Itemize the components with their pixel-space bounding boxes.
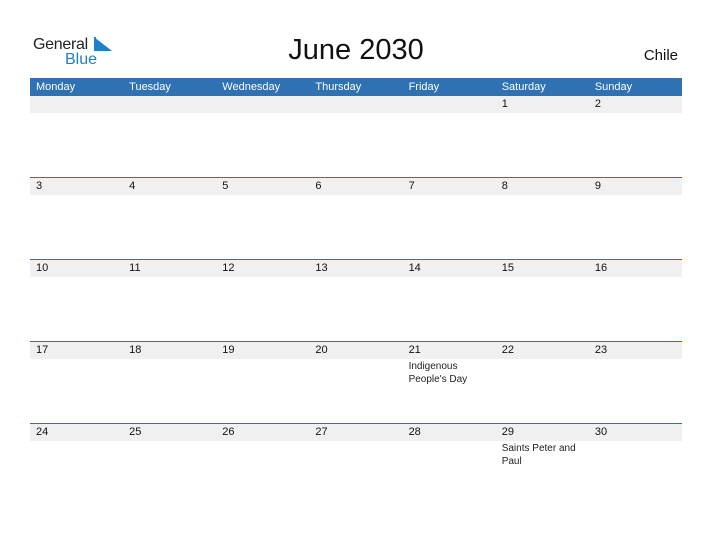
holiday-label: [403, 113, 496, 114]
holiday-label: [309, 441, 402, 468]
holiday-label: Saints Peter and Paul: [501, 443, 576, 467]
day-number: 25: [129, 426, 142, 438]
holiday-label: [496, 195, 589, 196]
holiday-label: [216, 359, 309, 386]
day-number: 9: [594, 180, 601, 192]
day-number: 19: [222, 344, 235, 356]
events-row: [30, 195, 682, 196]
events-row: Indigenous People's Day: [30, 359, 682, 386]
day-number: 7: [408, 180, 415, 192]
holiday-label: [216, 441, 309, 468]
weekday-monday: Monday: [36, 81, 76, 93]
holiday-label: [589, 277, 682, 278]
day-number: [403, 96, 496, 113]
day-number: [309, 96, 402, 113]
holiday-label: [403, 277, 496, 278]
holiday-label: [403, 195, 496, 196]
holiday-label: [123, 441, 216, 468]
week-row: 17 18 19 20 21 22 23 Indigenous People's Day: [30, 341, 682, 423]
day-number: 29: [501, 426, 514, 438]
holiday-label: [496, 277, 589, 278]
holiday-label: [123, 359, 216, 386]
week-row: 3 4 5 6 7 8 9: [30, 177, 682, 259]
day-number: 12: [222, 262, 235, 274]
weekday-sunday: Sunday: [594, 81, 633, 93]
day-number: 26: [222, 426, 235, 438]
holiday-label: [496, 113, 589, 114]
day-number: 23: [594, 344, 608, 356]
day-number: [216, 96, 309, 113]
holiday-label: [216, 113, 309, 114]
day-number: 5: [222, 180, 229, 192]
holiday-label: [216, 195, 309, 196]
day-number: 27: [315, 426, 328, 438]
day-number-strip: 24 25 26 27 28 29 30: [30, 424, 682, 441]
day-number: 2: [594, 98, 601, 110]
holiday-label: [309, 113, 402, 114]
day-number: 21: [408, 344, 421, 356]
week-row: 24 25 26 27 28 29 30 Saints Peter and Paul: [30, 423, 682, 505]
weekday-wednesday: Wednesday: [222, 81, 281, 93]
day-number: 11: [129, 262, 141, 274]
holiday-label: [496, 359, 589, 386]
weekday-saturday: Saturday: [501, 81, 546, 93]
weekday-friday: Friday: [408, 81, 440, 93]
day-number-strip: 17 18 19 20 21 22 23: [30, 342, 682, 359]
day-number: 30: [594, 426, 608, 438]
holiday-label: [30, 113, 123, 114]
day-number-strip: 12: [30, 96, 682, 113]
day-number: 24: [36, 426, 49, 438]
day-number: 8: [501, 180, 508, 192]
holiday-label: [123, 113, 216, 114]
day-number: [123, 96, 216, 113]
day-number: 20: [315, 344, 328, 356]
holiday-label: [30, 441, 123, 468]
holiday-label: [123, 277, 216, 278]
day-number: 13: [315, 262, 328, 274]
day-number: [30, 96, 123, 113]
weekday-header: Monday Tuesday Wednesday Thursday Friday…: [30, 78, 682, 96]
day-number: 3: [36, 180, 43, 192]
day-number: 10: [36, 262, 49, 274]
day-number-strip: 10 11 12 13 14 15 16: [30, 260, 682, 277]
holiday-label: [589, 195, 682, 196]
events-row: Saints Peter and Paul: [30, 441, 682, 468]
holiday-label: [403, 441, 496, 468]
holiday-label: [589, 441, 682, 468]
holiday-label: [216, 277, 309, 278]
holiday-label: [589, 113, 682, 114]
holiday-label: [309, 277, 402, 278]
day-number: 4: [129, 180, 136, 192]
events-row: [30, 277, 682, 278]
holiday-label: Indigenous People's Day: [408, 361, 468, 385]
day-number: 18: [129, 344, 142, 356]
week-row: 10 11 12 13 14 15 16: [30, 259, 682, 341]
country-label: Chile: [643, 47, 678, 64]
day-number: 14: [408, 262, 421, 274]
holiday-label: [123, 195, 216, 196]
day-number: 15: [501, 262, 514, 274]
weekday-tuesday: Tuesday: [129, 81, 171, 93]
holiday-label: [589, 359, 682, 386]
day-number: 16: [594, 262, 608, 274]
holiday-label: [309, 359, 402, 386]
day-number: 1: [501, 98, 508, 110]
page-title: June 2030: [288, 34, 424, 66]
holiday-label: [30, 359, 123, 386]
day-number-strip: 3 4 5 6 7 8 9: [30, 178, 682, 195]
day-number: 22: [501, 344, 514, 356]
week-row: 12: [30, 96, 682, 177]
day-number: 17: [36, 344, 49, 356]
holiday-label: [30, 277, 123, 278]
day-number: 28: [408, 426, 421, 438]
calendar-grid: Monday Tuesday Wednesday Thursday Friday…: [30, 78, 682, 505]
events-row: [30, 113, 682, 114]
weekday-thursday: Thursday: [315, 81, 362, 93]
holiday-label: [309, 195, 402, 196]
day-number: 6: [315, 180, 322, 192]
holiday-label: [30, 195, 123, 196]
